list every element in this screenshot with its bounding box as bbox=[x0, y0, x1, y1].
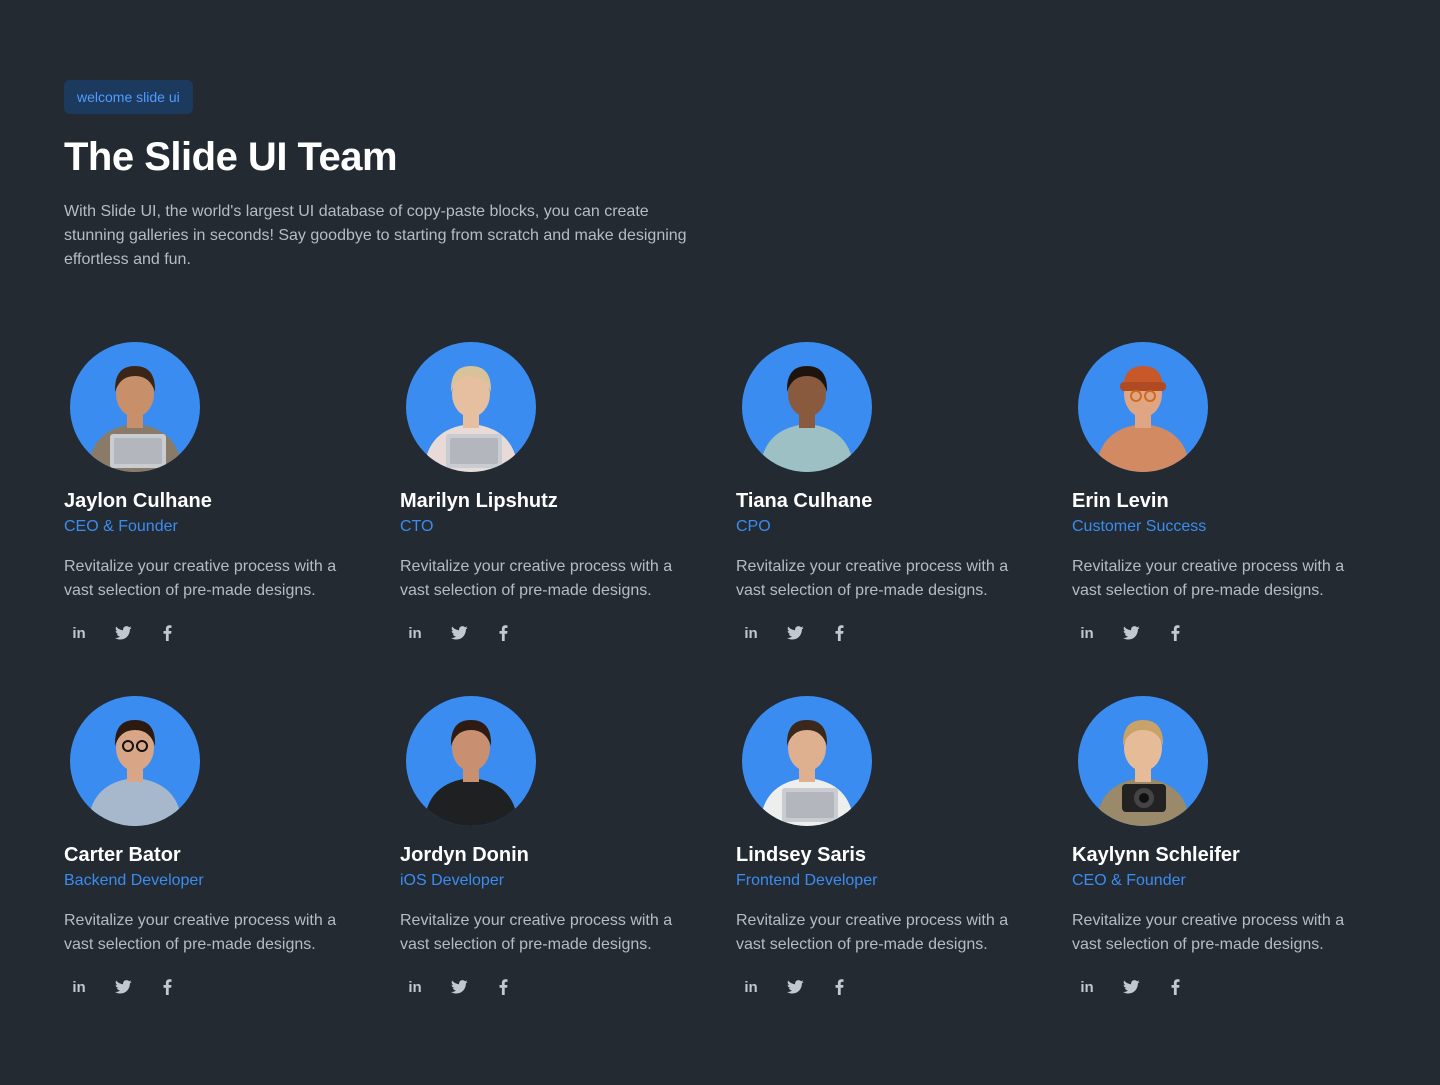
facebook-icon[interactable] bbox=[828, 976, 850, 998]
member-role: Backend Developer bbox=[64, 872, 204, 889]
team-member-card: Kaylynn Schleifer CEO & Founder Revitali… bbox=[1072, 684, 1408, 1038]
page-title: The Slide UI Team bbox=[64, 135, 398, 179]
facebook-icon[interactable] bbox=[156, 976, 178, 998]
linkedin-icon[interactable]: in bbox=[404, 622, 426, 644]
member-role: Frontend Developer bbox=[736, 872, 878, 889]
member-role: CEO & Founder bbox=[1072, 872, 1186, 889]
avatar bbox=[742, 342, 872, 472]
social-links: in bbox=[740, 976, 850, 998]
team-member-card: Erin Levin Customer Success Revitalize y… bbox=[1072, 330, 1408, 684]
intro-text: With Slide UI, the world's largest UI da… bbox=[64, 203, 687, 268]
member-role: CTO bbox=[400, 518, 434, 535]
member-name: Lindsey Saris bbox=[736, 844, 867, 866]
member-bio: Revitalize your creative process with a … bbox=[1072, 912, 1345, 953]
facebook-icon[interactable] bbox=[156, 622, 178, 644]
avatar bbox=[742, 696, 872, 826]
social-links: in bbox=[68, 976, 178, 998]
member-bio: Revitalize your creative process with a … bbox=[400, 558, 673, 599]
avatar bbox=[1078, 342, 1208, 472]
twitter-icon[interactable] bbox=[448, 976, 470, 998]
linkedin-icon[interactable]: in bbox=[68, 622, 90, 644]
linkedin-icon[interactable]: in bbox=[740, 976, 762, 998]
twitter-icon[interactable] bbox=[112, 622, 134, 644]
avatar bbox=[406, 342, 536, 472]
member-bio: Revitalize your creative process with a … bbox=[64, 558, 337, 599]
social-links: in bbox=[1076, 622, 1186, 644]
twitter-icon[interactable] bbox=[448, 622, 470, 644]
member-name: Jaylon Culhane bbox=[64, 490, 212, 512]
avatar bbox=[1078, 696, 1208, 826]
member-name: Erin Levin bbox=[1072, 490, 1169, 512]
twitter-icon[interactable] bbox=[784, 622, 806, 644]
twitter-icon[interactable] bbox=[1120, 976, 1142, 998]
member-bio: Revitalize your creative process with a … bbox=[400, 912, 673, 953]
team-section: welcome slide ui The Slide UI Team With … bbox=[64, 80, 1376, 996]
linkedin-icon[interactable]: in bbox=[404, 976, 426, 998]
team-member-card: Jaylon Culhane CEO & Founder Revitalize … bbox=[64, 330, 400, 684]
facebook-icon[interactable] bbox=[1164, 622, 1186, 644]
member-role: iOS Developer bbox=[400, 872, 505, 889]
linkedin-icon[interactable]: in bbox=[1076, 622, 1098, 644]
team-grid: Jaylon Culhane CEO & Founder Revitalize … bbox=[64, 330, 1408, 1038]
team-member-card: Lindsey Saris Frontend Developer Revital… bbox=[736, 684, 1072, 1038]
member-role: CPO bbox=[736, 518, 771, 535]
avatar bbox=[70, 342, 200, 472]
member-name: Tiana Culhane bbox=[736, 490, 873, 512]
social-links: in bbox=[404, 622, 514, 644]
facebook-icon[interactable] bbox=[492, 622, 514, 644]
member-role: Customer Success bbox=[1072, 518, 1207, 535]
member-bio: Revitalize your creative process with a … bbox=[64, 912, 337, 953]
twitter-icon[interactable] bbox=[1120, 622, 1142, 644]
team-member-card: Carter Bator Backend Developer Revitaliz… bbox=[64, 684, 400, 1038]
linkedin-icon[interactable]: in bbox=[1076, 976, 1098, 998]
twitter-icon[interactable] bbox=[112, 976, 134, 998]
linkedin-icon[interactable]: in bbox=[68, 976, 90, 998]
member-bio: Revitalize your creative process with a … bbox=[1072, 558, 1345, 599]
linkedin-icon[interactable]: in bbox=[740, 622, 762, 644]
team-member-card: Tiana Culhane CPO Revitalize your creati… bbox=[736, 330, 1072, 684]
social-links: in bbox=[740, 622, 850, 644]
social-links: in bbox=[404, 976, 514, 998]
social-links: in bbox=[1076, 976, 1186, 998]
facebook-icon[interactable] bbox=[1164, 976, 1186, 998]
member-name: Jordyn Donin bbox=[400, 844, 529, 866]
member-name: Marilyn Lipshutz bbox=[400, 490, 558, 512]
member-bio: Revitalize your creative process with a … bbox=[736, 558, 1009, 599]
member-name: Carter Bator bbox=[64, 844, 181, 866]
facebook-icon[interactable] bbox=[828, 622, 850, 644]
member-bio: Revitalize your creative process with a … bbox=[736, 912, 1009, 953]
twitter-icon[interactable] bbox=[784, 976, 806, 998]
social-links: in bbox=[68, 622, 178, 644]
member-role: CEO & Founder bbox=[64, 518, 178, 535]
facebook-icon[interactable] bbox=[492, 976, 514, 998]
avatar bbox=[406, 696, 536, 826]
member-name: Kaylynn Schleifer bbox=[1072, 844, 1240, 866]
avatar bbox=[70, 696, 200, 826]
welcome-badge: welcome slide ui bbox=[64, 80, 193, 114]
team-member-card: Jordyn Donin iOS Developer Revitalize yo… bbox=[400, 684, 736, 1038]
team-member-card: Marilyn Lipshutz CTO Revitalize your cre… bbox=[400, 330, 736, 684]
